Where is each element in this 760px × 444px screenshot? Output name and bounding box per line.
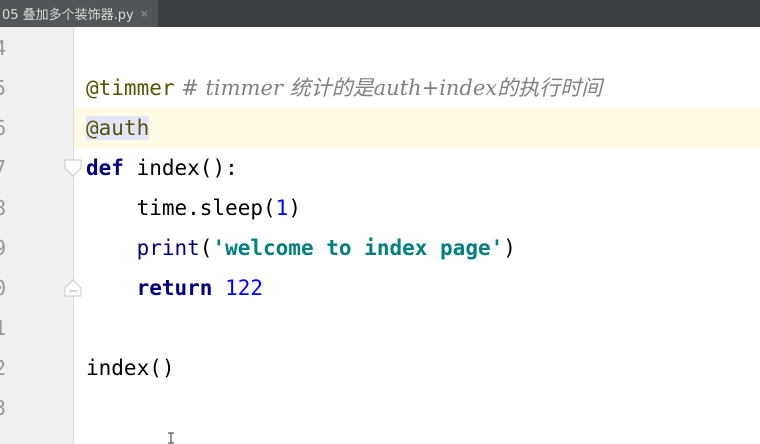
line-number: 9 (0, 236, 7, 260)
code-text: ) (503, 236, 516, 260)
code-text: index() (86, 356, 175, 380)
code-line: print('welcome to index page') (86, 228, 516, 268)
string-literal: 'welcome to index page' (212, 236, 504, 260)
number-literal: 1 (275, 196, 289, 220)
code-line: @auth (86, 108, 150, 148)
code-editor[interactable]: 4 5 6 7 8 9 0 1 2 3 @timmer # timmer 统计的… (0, 27, 760, 444)
line-number: 6 (0, 116, 7, 140)
code-line: index() (86, 348, 175, 388)
fold-marker-icon[interactable] (64, 159, 82, 177)
file-tab[interactable]: 05 叠加多个装饰器.py × (0, 0, 158, 27)
code-line: time.sleep(1) (86, 188, 301, 228)
decorator-timmer: @timmer (86, 76, 175, 100)
code-text: ( (199, 236, 213, 260)
code-line: return 122 (86, 268, 263, 308)
editor-tab-bar: 05 叠加多个装饰器.py × (0, 0, 760, 27)
builtin-print: print (136, 236, 200, 260)
code-line: @timmer # timmer 统计的是auth+index的执行时间 (86, 68, 602, 108)
current-line-highlight (74, 108, 760, 148)
line-number: 7 (0, 156, 7, 180)
close-tab-icon[interactable]: × (140, 7, 149, 20)
function-signature: index(): (123, 156, 238, 180)
line-number: 0 (0, 276, 7, 300)
text-cursor-icon (168, 432, 174, 444)
file-tab-label: 05 叠加多个装饰器.py (2, 8, 134, 23)
line-number: 1 (0, 316, 7, 340)
line-number: 8 (0, 196, 7, 220)
line-number: 5 (0, 76, 7, 100)
line-number: 3 (0, 396, 7, 420)
code-text: ) (288, 196, 301, 220)
line-number-gutter: 4 5 6 7 8 9 0 1 2 3 (0, 27, 74, 444)
line-number: 2 (0, 356, 7, 380)
keyword-return: return (136, 276, 213, 300)
line-number: 4 (0, 36, 7, 60)
code-text: time.sleep( (86, 196, 276, 220)
number-literal: 122 (225, 276, 264, 300)
code-comment: # timmer 统计的是auth+index的执行时间 (174, 76, 603, 100)
keyword-def: def (86, 156, 124, 180)
code-line: def index(): (86, 148, 238, 188)
decorator-auth: @auth (86, 116, 150, 140)
fold-marker-icon[interactable] (64, 279, 82, 297)
